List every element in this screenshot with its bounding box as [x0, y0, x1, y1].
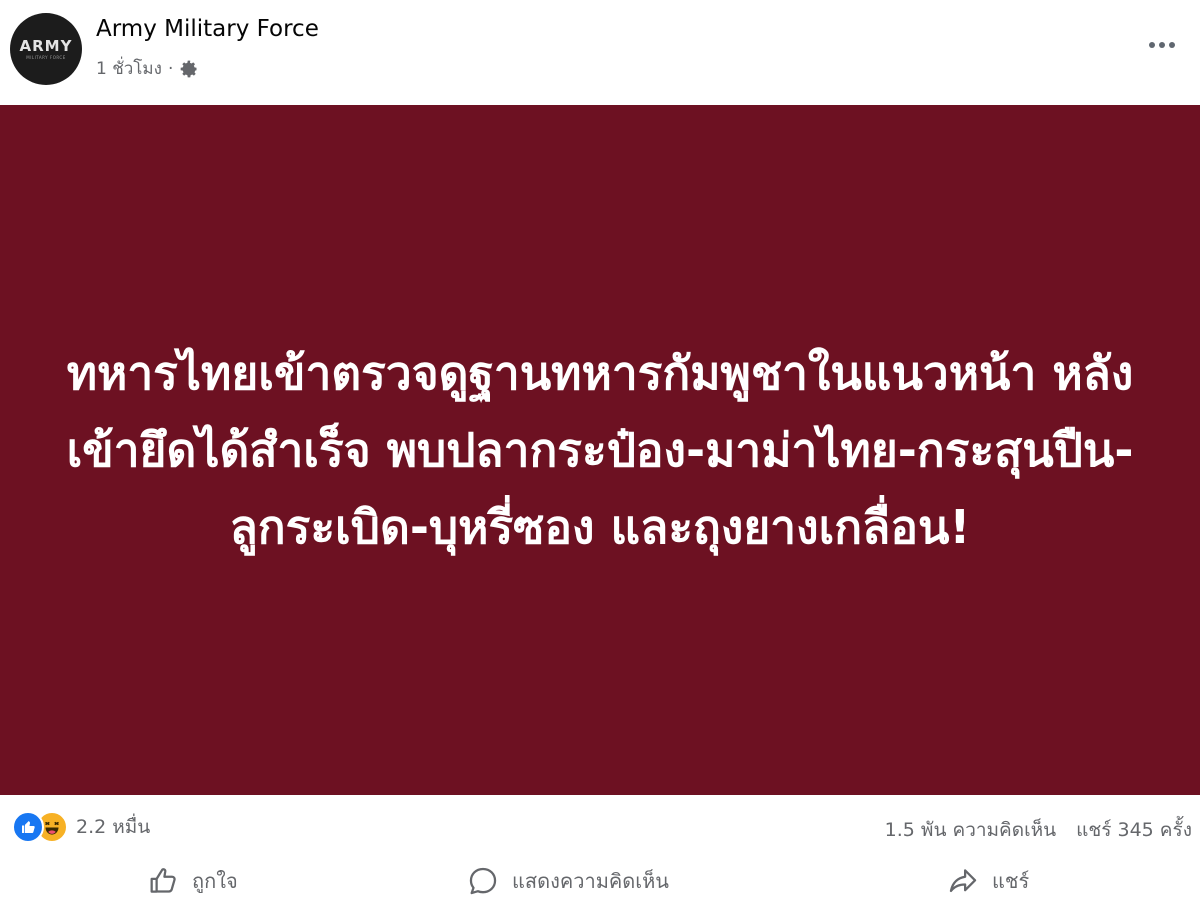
post-stats-bar: 2.2 หมื่น 1.5 พัน ความคิดเห็น แชร์ 345 ค… — [0, 795, 1200, 855]
share-arrow-icon — [949, 869, 977, 893]
avatar-subtitle: MILITARY FORCE — [26, 55, 66, 60]
more-options-button[interactable] — [1142, 30, 1182, 60]
post-text-card[interactable]: ทหารไทยเข้าตรวจดูฐานทหารกัมพูชาในแนวหน้า… — [0, 105, 1200, 795]
post-text: ทหารไทยเข้าตรวจดูฐานทหารกัมพูชาในแนวหน้า… — [66, 345, 1134, 554]
more-dot — [1169, 42, 1175, 48]
like-button[interactable]: ถูกใจ — [146, 864, 238, 898]
engagement-counts: 1.5 พัน ความคิดเห็น แชร์ 345 ครั้ง — [885, 815, 1192, 845]
avatar[interactable]: ARMY MILITARY FORCE — [10, 13, 82, 85]
comment-bubble-icon — [469, 867, 497, 895]
page-name-link[interactable]: Army Military Force — [96, 16, 319, 42]
share-label: แชร์ — [992, 869, 1030, 893]
post-timestamp[interactable]: 1 ชั่วโมง — [96, 55, 162, 82]
comment-count-link[interactable]: 1.5 พัน ความคิดเห็น — [885, 815, 1056, 845]
reactions-summary[interactable]: 2.2 หมื่น — [12, 811, 150, 843]
like-reaction-icon — [12, 811, 44, 843]
like-label: ถูกใจ — [192, 869, 238, 893]
share-button[interactable]: แชร์ — [946, 864, 1029, 898]
avatar-logo-text: ARMY — [19, 37, 73, 55]
more-dot — [1159, 42, 1165, 48]
thumbs-up-icon — [150, 868, 176, 893]
more-dot — [1149, 42, 1155, 48]
share-count-link[interactable]: แชร์ 345 ครั้ง — [1076, 815, 1192, 845]
post-meta: 1 ชั่วโมง · — [96, 55, 199, 82]
post-actions-bar: ถูกใจ แสดงความคิดเห็น แชร์ — [0, 856, 1200, 914]
meta-separator: · — [167, 58, 174, 79]
reaction-count: 2.2 หมื่น — [76, 816, 151, 838]
gear-icon[interactable] — [179, 59, 199, 79]
comment-label: แสดงความคิดเห็น — [512, 869, 669, 893]
comment-button[interactable]: แสดงความคิดเห็น — [466, 864, 669, 898]
post-header: ARMY MILITARY FORCE Army Military Force … — [0, 0, 1200, 105]
